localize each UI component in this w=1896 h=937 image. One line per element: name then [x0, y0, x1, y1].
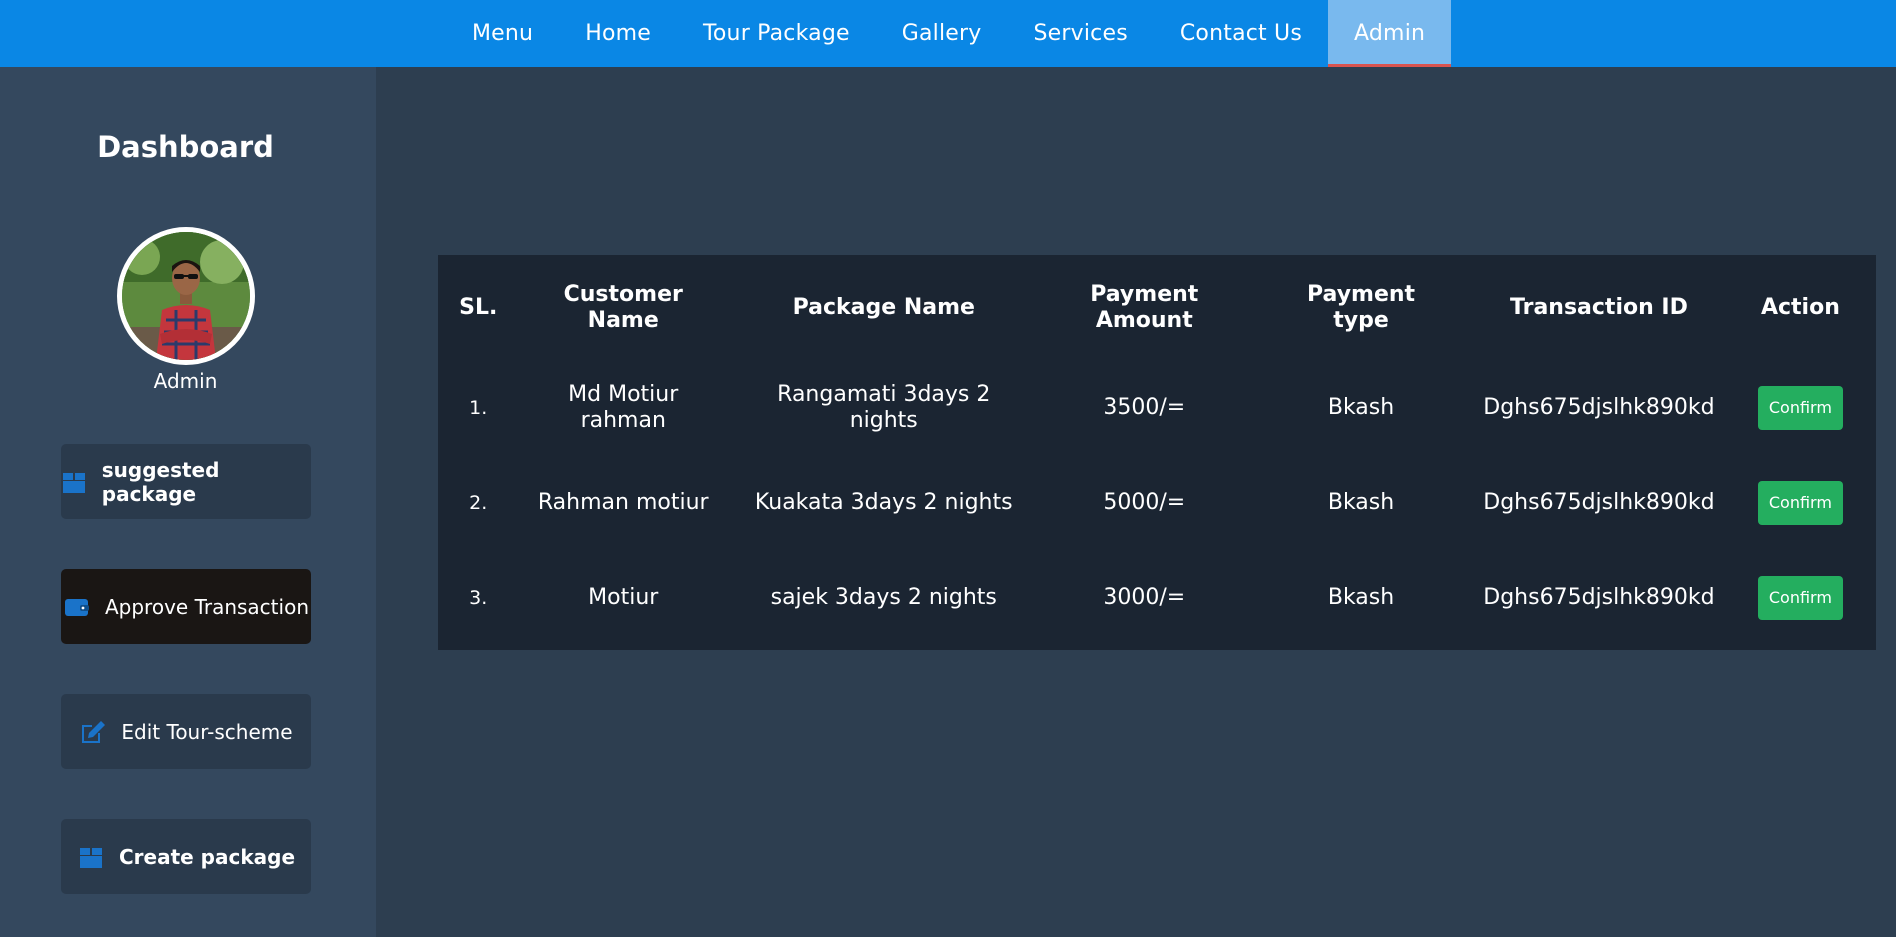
- edit-icon: [79, 718, 107, 746]
- avatar-username: Admin: [153, 369, 218, 393]
- suggested-package-button[interactable]: suggested package: [61, 444, 311, 519]
- cell-customer-name: Rahman motiur: [537, 490, 709, 515]
- cell-payment-amount: 5000/=: [1103, 490, 1186, 515]
- dashboard-title: Dashboard: [97, 130, 274, 164]
- cell-package-name: Rangamati 3days 2 nights: [777, 381, 991, 433]
- header-sl: SL.: [459, 294, 498, 320]
- nav-item-admin[interactable]: Admin: [1328, 0, 1452, 67]
- nav-item-menu[interactable]: Menu: [446, 0, 559, 67]
- wallet-icon: [63, 593, 91, 621]
- cell-customer-name: Md Motiur rahman: [568, 381, 679, 433]
- header-package-name: Package Name: [792, 294, 975, 320]
- table-header-row: SL. Customer Name Package Name Payment A…: [438, 255, 1876, 360]
- cell-transaction-id: Dghs675djslhk890kd: [1483, 394, 1715, 420]
- nav-item-tour-package[interactable]: Tour Package: [677, 0, 876, 67]
- approve-transaction-button[interactable]: Approve Transaction: [61, 569, 311, 644]
- top-navbar: Menu Home Tour Package Gallery Services …: [0, 0, 1896, 67]
- header-transaction-id: Transaction ID: [1510, 294, 1688, 320]
- header-customer-name: Customer Name: [563, 281, 683, 333]
- cell-payment-type: Bkash: [1327, 490, 1395, 515]
- edit-tour-scheme-button[interactable]: Edit Tour-scheme: [61, 694, 311, 769]
- cell-payment-type: Bkash: [1327, 394, 1395, 420]
- table-row: 1. Md Motiur rahman Rangamati 3days 2 ni…: [438, 360, 1876, 455]
- nav-item-gallery[interactable]: Gallery: [876, 0, 1008, 67]
- cell-action: Confirm: [1725, 551, 1876, 645]
- nav-menu: Menu Home Tour Package Gallery Services …: [446, 0, 1452, 67]
- create-package-label: Create package: [118, 844, 296, 869]
- transactions-table: SL. Customer Name Package Name Payment A…: [438, 255, 1876, 650]
- nav-item-contact-us[interactable]: Contact Us: [1154, 0, 1328, 67]
- confirm-button[interactable]: Confirm: [1757, 576, 1843, 620]
- nav-item-home[interactable]: Home: [559, 0, 677, 67]
- header-payment-amount: Payment Amount: [1090, 281, 1199, 333]
- box-icon: [77, 843, 105, 871]
- confirm-button[interactable]: Confirm: [1757, 481, 1843, 525]
- suggested-package-label: suggested package: [101, 457, 220, 506]
- cell-package-name: Kuakata 3days 2 nights: [754, 490, 1013, 515]
- confirm-button[interactable]: Confirm: [1757, 385, 1843, 430]
- cell-transaction-id: Dghs675djslhk890kd: [1483, 585, 1715, 610]
- nav-item-services[interactable]: Services: [1008, 0, 1154, 67]
- header-action: Action: [1760, 294, 1840, 320]
- cell-transaction-id: Dghs675djslhk890kd: [1483, 490, 1715, 515]
- cell-action: Confirm: [1725, 455, 1876, 551]
- header-payment-type: Payment type: [1307, 281, 1416, 333]
- create-package-button[interactable]: Create package: [61, 819, 311, 894]
- approve-transaction-label: Approve Transaction: [104, 594, 309, 619]
- cell-payment-amount: 3000/=: [1103, 585, 1186, 610]
- cell-sl: 2.: [469, 492, 488, 514]
- cell-sl: 3.: [469, 587, 488, 609]
- cell-package-name: sajek 3days 2 nights: [770, 585, 997, 610]
- box-icon: [61, 468, 88, 496]
- edit-tour-scheme-label: Edit Tour-scheme: [121, 719, 293, 744]
- cell-payment-type: Bkash: [1327, 585, 1395, 610]
- avatar: [117, 227, 255, 365]
- table-row: 3. Motiur sajek 3days 2 nights 3000/= Bk…: [438, 551, 1876, 645]
- cell-customer-name: Motiur: [588, 585, 659, 610]
- cell-sl: 1.: [469, 396, 488, 419]
- cell-action: Confirm: [1725, 360, 1876, 455]
- cell-payment-amount: 3500/=: [1103, 394, 1186, 420]
- table-row: 2. Rahman motiur Kuakata 3days 2 nights …: [438, 455, 1876, 551]
- sidebar: Dashboard Admin suggested package Approv…: [0, 67, 376, 937]
